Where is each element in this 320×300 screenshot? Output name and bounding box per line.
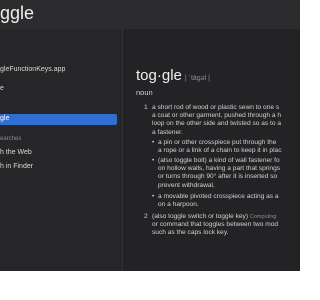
definition-line: a short rod of wood or plastic sewn to o… xyxy=(152,104,280,111)
definition-line: a pin or other crosspiece put through th… xyxy=(158,139,277,146)
definition-line: prevent withdrawal. xyxy=(158,181,215,189)
definition-line: a fastener. xyxy=(152,128,183,136)
search-finder-item[interactable]: h in Finder xyxy=(0,163,33,170)
search-web-item[interactable]: h the Web xyxy=(0,149,32,156)
sense-number: 1 xyxy=(144,104,148,111)
result-item-app[interactable]: gleFunctionKeys.app xyxy=(0,66,65,73)
definition-line: or command that toggles between two mod xyxy=(152,221,279,229)
part-of-speech: noun xyxy=(136,88,153,97)
definition-line: (also toggle bolt) a kind of wall fasten… xyxy=(158,157,280,164)
definition-line: on a harpoon. xyxy=(158,201,199,209)
bullet-icon: • xyxy=(152,139,155,146)
definition-line: loop on the other side and twisted so as… xyxy=(152,120,282,128)
result-item-second[interactable]: e xyxy=(0,85,4,92)
subsense-definition: a pin or other crosspiece put through th… xyxy=(158,139,282,155)
definition-line: (also toggle switch or toggle key) Compu… xyxy=(152,213,278,221)
sense-1-definition: a short rod of wood or plastic sewn to o… xyxy=(152,104,281,137)
definition-text: (also toggle switch or toggle key) xyxy=(152,213,249,220)
bullet-icon: • xyxy=(152,157,155,164)
definition-line: such as the caps lock key. xyxy=(152,229,229,237)
entry-headword-row: tog·gle | ˈtäɡəl | xyxy=(136,67,210,85)
results-panel: gleFunctionKeys.app e gle earches h the … xyxy=(0,29,300,271)
dictionary-window: ggle gleFunctionKeys.app e gle earches h… xyxy=(0,0,300,300)
sense-number: 2 xyxy=(144,213,148,220)
sense-2-definition: (also toggle switch or toggle key) Compu… xyxy=(152,213,278,238)
result-item-selected-label: gle xyxy=(0,115,10,122)
result-item-selected[interactable]: gle xyxy=(0,114,117,125)
definition-line: a movable pivoted crosspiece acting as a xyxy=(158,193,279,200)
search-bar[interactable]: ggle xyxy=(0,0,300,30)
definition-line: a rope or a link of a chain to keep it i… xyxy=(158,147,282,155)
definition-line: or turns through 90° after it is inserte… xyxy=(158,173,278,181)
results-sidebar: gleFunctionKeys.app e gle earches h the … xyxy=(0,29,123,271)
searches-section-header: earches xyxy=(0,136,22,142)
search-query-text[interactable]: ggle xyxy=(0,3,34,24)
entry-pronunciation: | ˈtäɡəl | xyxy=(184,75,210,82)
subsense-definition: (also toggle bolt) a kind of wall fasten… xyxy=(158,157,280,190)
subsense-definition: a movable pivoted crosspiece acting as a… xyxy=(158,193,279,209)
subject-tag: Computing xyxy=(249,214,277,220)
dictionary-entry: tog·gle | ˈtäɡəl | noun 1 a short rod of … xyxy=(136,29,300,271)
bullet-icon: • xyxy=(152,193,155,200)
entry-headword: tog·gle xyxy=(136,67,182,84)
definition-line: a coat or other garment, pushed through … xyxy=(152,112,282,120)
